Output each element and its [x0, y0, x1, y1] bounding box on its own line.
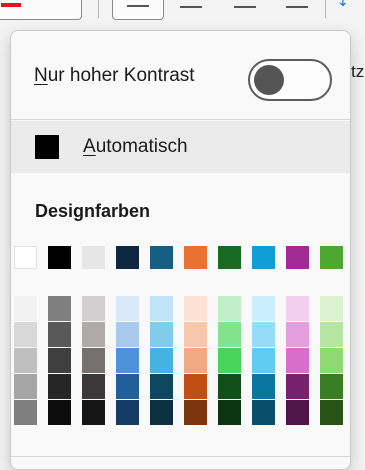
- shade-color-swatch[interactable]: [116, 322, 139, 347]
- theme-color-swatch[interactable]: [150, 246, 173, 269]
- shade-color-swatch[interactable]: [286, 296, 309, 321]
- shade-column: [150, 296, 173, 425]
- theme-color-swatch[interactable]: [14, 246, 37, 269]
- shade-column: [218, 296, 241, 425]
- line-style-icon[interactable]: [286, 6, 308, 8]
- theme-color-swatch[interactable]: [252, 246, 275, 269]
- shade-column: [184, 296, 207, 425]
- shade-color-swatch[interactable]: [184, 400, 207, 425]
- shade-color-swatch[interactable]: [286, 348, 309, 373]
- high-contrast-label: Nur hoher Kontrast: [34, 65, 195, 86]
- theme-color-swatch[interactable]: [82, 246, 105, 269]
- automatic-color-swatch: [35, 135, 59, 159]
- shade-color-swatch[interactable]: [184, 374, 207, 399]
- theme-color-swatch[interactable]: [320, 246, 343, 269]
- shade-color-swatch[interactable]: [48, 374, 71, 399]
- color-picker-dropdown: Nur hoher Kontrast Automatisch Designfar…: [10, 30, 351, 470]
- theme-color-swatch[interactable]: [48, 246, 71, 269]
- shade-color-swatch[interactable]: [82, 400, 105, 425]
- shade-color-swatch[interactable]: [286, 374, 309, 399]
- shade-color-swatch[interactable]: [82, 296, 105, 321]
- shade-color-swatch[interactable]: [320, 374, 343, 399]
- divider: [11, 119, 350, 120]
- shade-color-swatch[interactable]: [252, 400, 275, 425]
- shade-color-swatch[interactable]: [184, 348, 207, 373]
- shade-column: [252, 296, 275, 425]
- theme-color-swatch[interactable]: [184, 246, 207, 269]
- theme-color-swatch[interactable]: [286, 246, 309, 269]
- shade-column: [48, 296, 71, 425]
- high-contrast-toggle[interactable]: [248, 59, 332, 101]
- theme-shades-grid: [11, 296, 350, 426]
- shade-column: [82, 296, 105, 425]
- shade-color-swatch[interactable]: [150, 296, 173, 321]
- shade-color-swatch[interactable]: [252, 322, 275, 347]
- theme-color-swatch[interactable]: [116, 246, 139, 269]
- shade-color-swatch[interactable]: [252, 296, 275, 321]
- background-text: tz: [351, 62, 365, 81]
- line-style-icon[interactable]: [180, 6, 202, 8]
- shade-color-swatch[interactable]: [150, 322, 173, 347]
- shade-color-swatch[interactable]: [116, 374, 139, 399]
- toggle-knob: [254, 65, 284, 95]
- shade-color-swatch[interactable]: [14, 400, 37, 425]
- shade-color-swatch[interactable]: [184, 296, 207, 321]
- theme-color-swatch[interactable]: [218, 246, 241, 269]
- shade-color-swatch[interactable]: [82, 322, 105, 347]
- line-style-button[interactable]: [112, 0, 164, 20]
- shade-color-swatch[interactable]: [116, 400, 139, 425]
- shade-color-swatch[interactable]: [116, 296, 139, 321]
- shade-color-swatch[interactable]: [14, 296, 37, 321]
- shade-color-swatch[interactable]: [48, 296, 71, 321]
- shade-color-swatch[interactable]: [116, 348, 139, 373]
- shade-color-swatch[interactable]: [286, 400, 309, 425]
- shade-color-swatch[interactable]: [14, 322, 37, 347]
- shade-color-swatch[interactable]: [48, 322, 71, 347]
- shade-color-swatch[interactable]: [320, 348, 343, 373]
- toolbar-separator: [98, 0, 99, 18]
- shade-color-swatch[interactable]: [14, 348, 37, 373]
- shade-color-swatch[interactable]: [184, 322, 207, 347]
- automatic-label: Automatisch: [83, 136, 188, 157]
- theme-colors-row: [11, 246, 350, 270]
- shade-color-swatch[interactable]: [150, 374, 173, 399]
- background-toolbar: ↓: [0, 0, 365, 34]
- shade-color-swatch[interactable]: [82, 348, 105, 373]
- line-style-icon[interactable]: [234, 6, 256, 8]
- shade-color-swatch[interactable]: [14, 374, 37, 399]
- shade-color-swatch[interactable]: [252, 374, 275, 399]
- automatic-color-option[interactable]: Automatisch: [11, 121, 350, 173]
- font-color-button[interactable]: [0, 0, 82, 20]
- shade-color-swatch[interactable]: [218, 296, 241, 321]
- shade-color-swatch[interactable]: [218, 348, 241, 373]
- shade-color-swatch[interactable]: [82, 374, 105, 399]
- toolbar-separator: [325, 0, 326, 18]
- high-contrast-row[interactable]: Nur hoher Kontrast: [11, 49, 350, 101]
- shade-color-swatch[interactable]: [150, 400, 173, 425]
- shade-color-swatch[interactable]: [48, 348, 71, 373]
- shade-color-swatch[interactable]: [320, 400, 343, 425]
- shade-column: [116, 296, 139, 425]
- shade-column: [320, 296, 343, 425]
- font-color-bar: [1, 3, 21, 7]
- divider: [11, 456, 350, 457]
- arrow-down-icon[interactable]: ↓: [337, 0, 349, 10]
- shade-color-swatch[interactable]: [320, 296, 343, 321]
- shade-column: [14, 296, 37, 425]
- shade-color-swatch[interactable]: [48, 400, 71, 425]
- shade-color-swatch[interactable]: [218, 322, 241, 347]
- theme-colors-heading: Designfarben: [35, 201, 151, 221]
- shade-color-swatch[interactable]: [252, 348, 275, 373]
- shade-color-swatch[interactable]: [320, 322, 343, 347]
- shade-column: [286, 296, 309, 425]
- line-style-icon: [127, 5, 149, 7]
- shade-color-swatch[interactable]: [218, 374, 241, 399]
- shade-color-swatch[interactable]: [150, 348, 173, 373]
- shade-color-swatch[interactable]: [218, 400, 241, 425]
- shade-color-swatch[interactable]: [286, 322, 309, 347]
